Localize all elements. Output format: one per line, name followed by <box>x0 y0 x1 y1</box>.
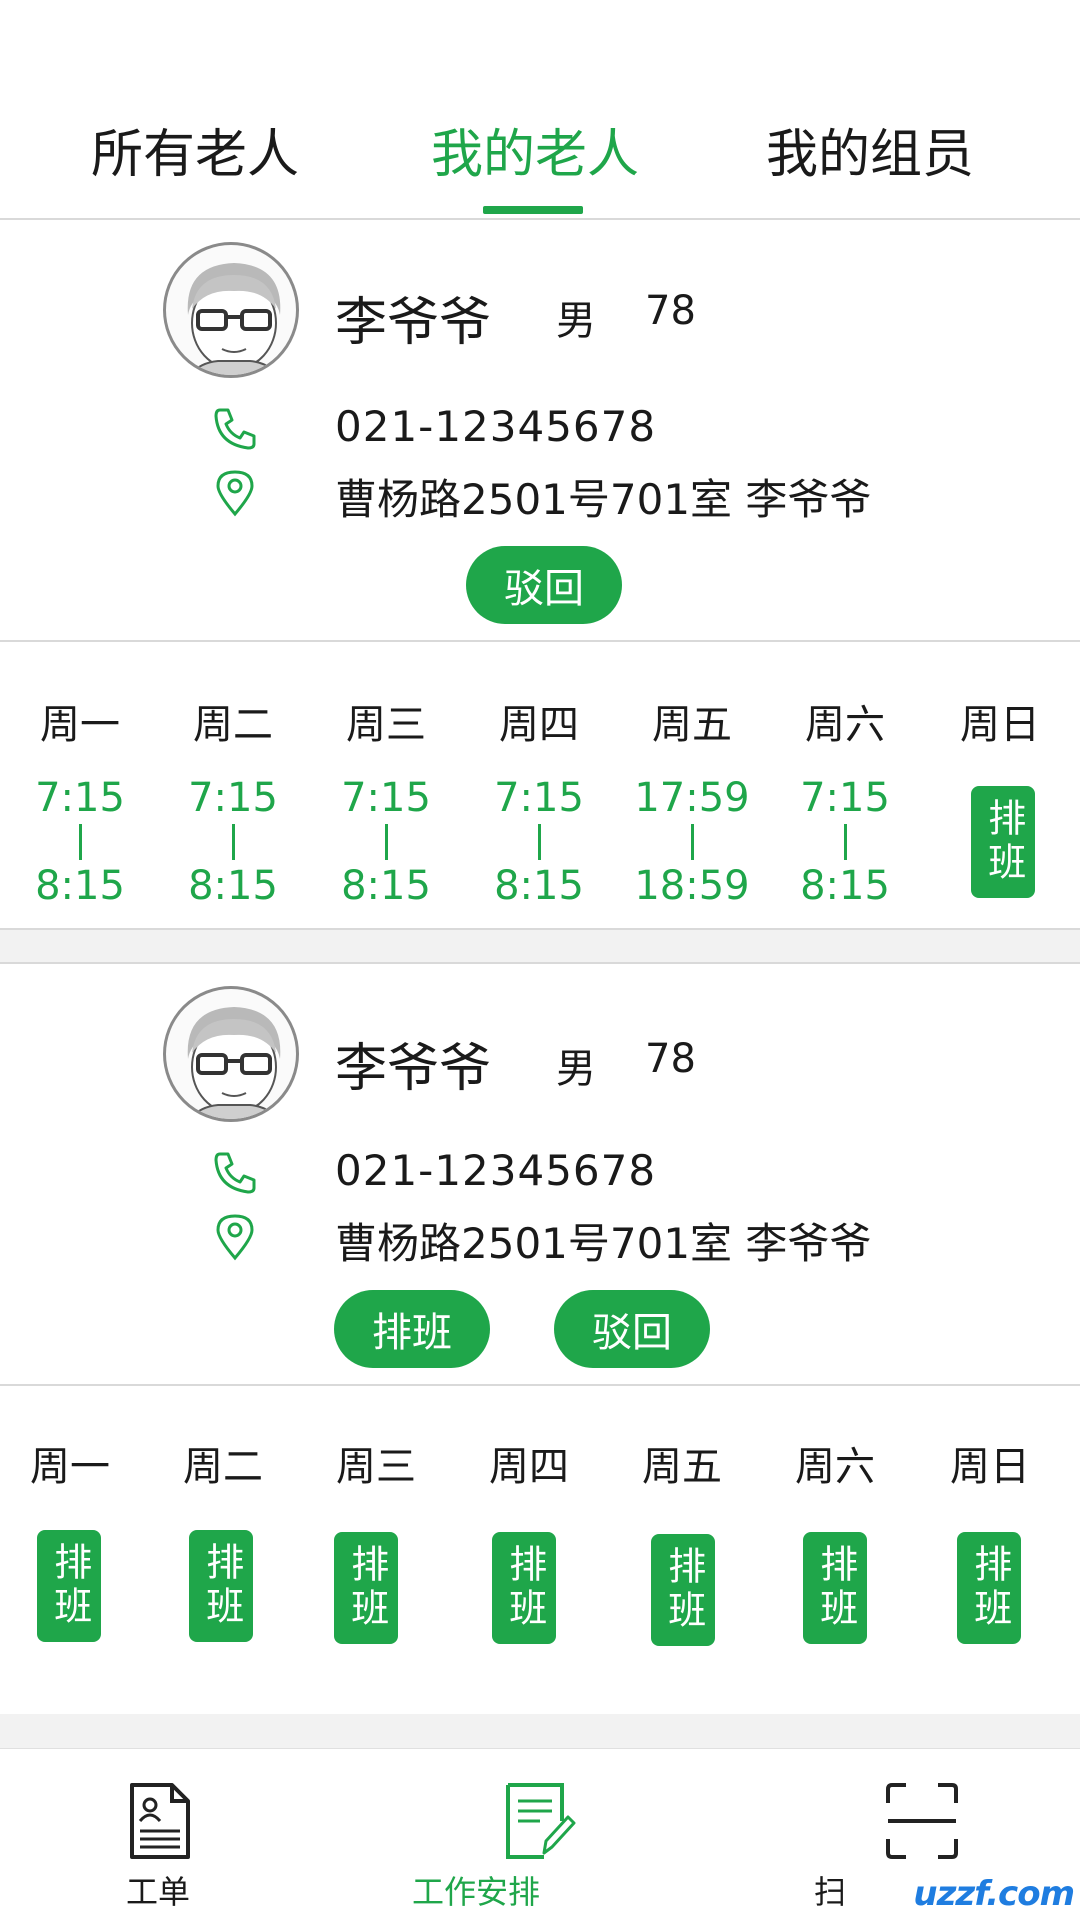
slot-end: 8:15 <box>800 863 890 909</box>
schedule-button[interactable]: 排班 <box>37 1530 101 1642</box>
elder-age: 78 <box>645 288 696 334</box>
schedule-label: 排班 <box>344 1544 389 1632</box>
day-label: 周四 <box>489 1444 569 1490</box>
elder-card: 李爷爷 男 78 021-12345678 曹杨路2501号701室 李爷爷 排… <box>0 964 1080 1714</box>
phone-icon <box>214 408 256 450</box>
schedule-label: 排班 <box>47 1542 92 1630</box>
schedule-button[interactable]: 排班 <box>189 1530 253 1642</box>
slot-end: 18:59 <box>634 863 750 909</box>
active-tab-indicator <box>483 206 583 214</box>
elder-name: 李爷爷 <box>335 293 492 353</box>
day-label: 周二 <box>193 702 273 748</box>
schedule-button[interactable]: 排班 <box>803 1532 867 1644</box>
day-label: 周四 <box>499 702 579 748</box>
day-label: 周五 <box>642 1444 722 1490</box>
time-slot[interactable]: 17:59 18:59 <box>617 778 767 906</box>
slot-start: 7:15 <box>188 775 278 821</box>
document-icon <box>130 1783 190 1859</box>
slot-start: 17:59 <box>634 775 750 821</box>
day-label: 周二 <box>183 1444 263 1490</box>
phone-number[interactable]: 021-12345678 <box>335 1146 656 1195</box>
address: 曹杨路2501号701室 李爷爷 <box>335 475 872 524</box>
elder-card: 李爷爷 男 78 021-12345678 曹杨路2501号701室 李爷爷 驳… <box>0 222 1080 930</box>
slot-start: 7:15 <box>494 775 584 821</box>
address: 曹杨路2501号701室 李爷爷 <box>335 1219 872 1268</box>
time-slot[interactable]: 7:15 8:15 <box>770 778 920 906</box>
elder-gender: 男 <box>556 1046 596 1092</box>
slot-start: 7:15 <box>341 775 431 821</box>
bottom-nav: 工单 工作安排 扫 uzzf.com <box>0 1748 1080 1920</box>
location-icon <box>216 470 254 517</box>
slot-end: 8:15 <box>188 863 278 909</box>
schedule-label: 排班 <box>813 1544 858 1632</box>
tab-my-members[interactable]: 我的组员 <box>705 112 1035 187</box>
schedule-button[interactable]: 排班 <box>492 1532 556 1644</box>
watermark-logo: uzzf.com <box>913 1874 1075 1914</box>
schedule-button[interactable]: 排班 <box>334 1532 398 1644</box>
day-label: 周一 <box>30 1444 110 1490</box>
avatar <box>163 242 299 378</box>
elder-age: 78 <box>645 1036 696 1082</box>
schedule-button[interactable]: 排班 <box>334 1290 490 1368</box>
elder-name: 李爷爷 <box>335 1039 492 1099</box>
schedule-label: 排班 <box>967 1544 1012 1632</box>
tab-my-elders[interactable]: 我的老人 <box>370 112 700 187</box>
schedule-label: 排班 <box>981 798 1026 886</box>
divider <box>0 640 1080 642</box>
day-label: 周日 <box>950 1444 1030 1490</box>
scan-icon <box>886 1783 958 1859</box>
day-label: 周五 <box>652 702 732 748</box>
tab-all-elders[interactable]: 所有老人 <box>30 112 360 187</box>
day-label: 周一 <box>40 702 120 748</box>
elder-gender: 男 <box>556 298 596 344</box>
time-slot[interactable]: 7:15 8:15 <box>311 778 461 906</box>
phone-number[interactable]: 021-12345678 <box>335 402 656 451</box>
nav-label: 工作安排 <box>411 1873 540 1911</box>
schedule-label: 排班 <box>199 1542 244 1630</box>
content-bottom-padding <box>0 1714 1080 1748</box>
day-label: 周三 <box>336 1444 416 1490</box>
time-slot[interactable]: 7:15 8:15 <box>158 778 308 906</box>
time-slot[interactable]: 7:15 8:15 <box>5 778 155 906</box>
avatar <box>163 986 299 1122</box>
nav-work-orders[interactable]: 工单 <box>32 1749 272 1920</box>
schedule-label: 排班 <box>502 1544 547 1632</box>
edit-document-icon <box>506 1783 576 1859</box>
slot-end: 8:15 <box>494 863 584 909</box>
top-tab-bar: 所有老人 我的老人 我的组员 <box>0 0 1080 220</box>
day-label: 周六 <box>795 1444 875 1490</box>
schedule-button[interactable]: 排班 <box>971 786 1035 898</box>
card-separator <box>0 928 1080 964</box>
reject-button[interactable]: 驳回 <box>466 546 622 624</box>
nav-label: 工单 <box>125 1873 190 1911</box>
day-label: 周三 <box>346 702 426 748</box>
schedule-label: 排班 <box>661 1546 706 1634</box>
slot-end: 8:15 <box>35 863 125 909</box>
day-label: 周六 <box>805 702 885 748</box>
slot-start: 7:15 <box>35 775 125 821</box>
nav-work-schedule[interactable]: 工作安排 <box>410 1749 650 1920</box>
schedule-button[interactable]: 排班 <box>957 1532 1021 1644</box>
phone-icon <box>214 1152 256 1194</box>
day-label: 周日 <box>960 702 1040 748</box>
divider <box>0 1384 1080 1386</box>
app-screen: 所有老人 我的老人 我的组员 李爷爷 男 78 021-12345678 曹杨路… <box>0 0 1080 1920</box>
time-slot[interactable]: 7:15 8:15 <box>464 778 614 906</box>
schedule-button[interactable]: 排班 <box>651 1534 715 1646</box>
reject-button[interactable]: 驳回 <box>554 1290 710 1368</box>
slot-end: 8:15 <box>341 863 431 909</box>
slot-start: 7:15 <box>800 775 890 821</box>
location-icon <box>216 1214 254 1261</box>
